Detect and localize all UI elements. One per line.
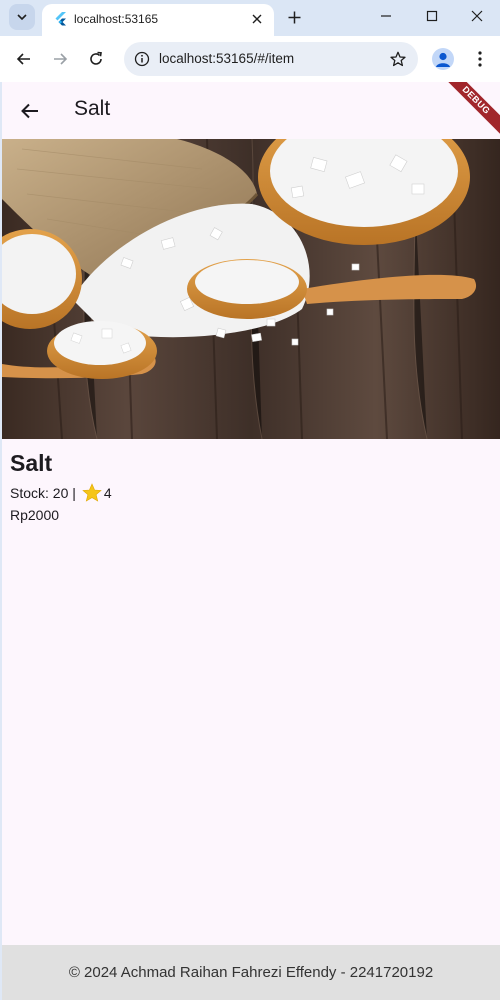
tab-close-button[interactable] [248,10,266,28]
profile-avatar-icon [436,52,450,67]
product-image [2,139,500,439]
star-icon [82,483,102,502]
browser-tab[interactable]: localhost:53165 [42,4,274,36]
profile-button[interactable] [432,48,454,70]
browser-toolbar: localhost:53165/#/item [0,36,500,82]
minimize-button[interactable] [363,0,409,32]
footer-text: © 2024 Achmad Raihan Fahrezi Effendy - 2… [68,964,434,981]
info-icon [134,51,150,67]
address-bar[interactable]: localhost:53165/#/item [124,42,418,76]
minimize-icon [381,15,391,17]
rating-value: 4 [103,485,112,501]
close-window-button[interactable] [454,0,500,32]
stock-label: Stock: 20 | [10,485,76,501]
maximize-icon [426,10,438,22]
product-meta-row: Stock: 20 | 4 [10,483,112,503]
browser-menu-button[interactable] [468,47,492,71]
product-price: Rp2000 [10,507,60,523]
arrow-right-icon [54,53,68,65]
flutter-favicon-icon [55,12,66,26]
star-outline-icon [390,51,406,67]
more-vertical-icon [478,51,482,67]
browser-forward-button[interactable] [46,45,74,73]
tab-title: localhost:53165 [74,12,159,26]
footer: © 2024 Achmad Raihan Fahrezi Effendy - 2… [2,945,500,1000]
browser-tabstrip: localhost:53165 [0,0,500,36]
salt-photo [2,139,500,439]
app-viewport: Salt DEBUG Salt Stock: 20 | 4 Rp2000 © 2… [2,82,500,1000]
maximize-button[interactable] [409,0,455,32]
site-info-button[interactable] [132,49,152,69]
page-title: Salt [74,97,111,120]
back-button[interactable] [14,95,46,127]
close-icon [252,14,262,24]
app-bar: Salt [2,82,500,139]
product-name: Salt [10,450,53,476]
arrow-back-icon [21,103,38,119]
reload-icon [90,51,102,65]
product-details: Salt Stock: 20 | 4 Rp2000 [10,450,112,523]
browser-back-button[interactable] [10,45,38,73]
new-tab-button[interactable] [283,6,305,28]
arrow-left-icon [16,53,30,65]
address-url: localhost:53165/#/item [159,51,295,66]
reload-button[interactable] [82,45,110,73]
tab-search-button[interactable] [9,4,35,30]
plus-icon [288,11,300,23]
close-icon [471,10,483,22]
bookmark-button[interactable] [388,49,408,69]
chevron-down-icon [17,14,27,21]
